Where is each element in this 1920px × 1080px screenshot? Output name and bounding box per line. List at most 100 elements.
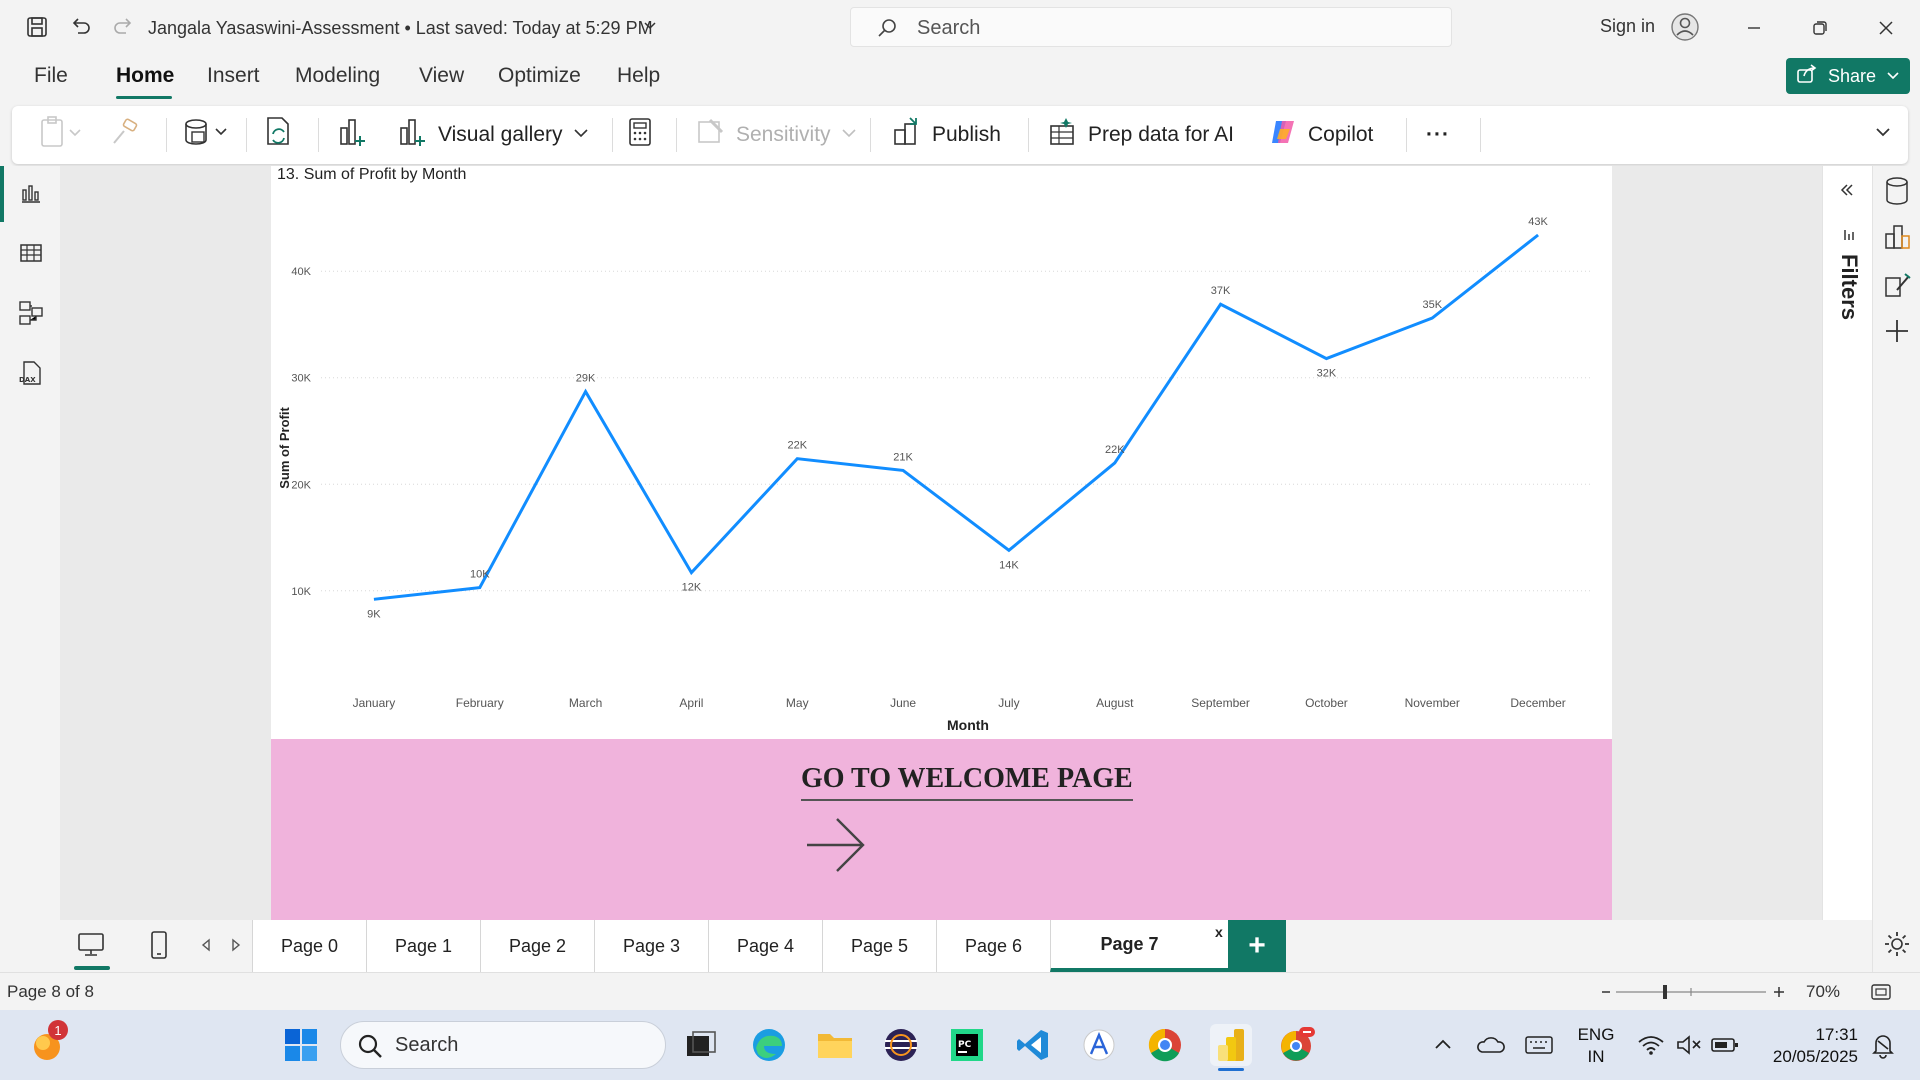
scroll-left-icon[interactable] (200, 938, 212, 957)
format-painter-button[interactable] (110, 116, 140, 154)
chrome-icon[interactable] (1144, 1024, 1186, 1066)
data-point[interactable] (368, 593, 380, 605)
arrow-right-icon[interactable] (801, 813, 871, 875)
page-tab[interactable]: Page 5 (822, 920, 936, 972)
sign-in-link[interactable]: Sign in (1600, 16, 1655, 37)
publish-button[interactable]: Publish (892, 116, 1001, 154)
settings-gear-icon[interactable] (1883, 930, 1911, 963)
menu-home[interactable]: Home (116, 64, 174, 88)
copilot-button[interactable]: Copilot (1268, 116, 1373, 154)
data-point[interactable] (1532, 229, 1544, 241)
page-tab[interactable]: Page 2 (480, 920, 594, 972)
onedrive-icon[interactable] (1470, 1024, 1512, 1066)
widgets-icon[interactable]: 1 (26, 1020, 68, 1066)
page-tab[interactable]: Page 3 (594, 920, 708, 972)
menu-optimize[interactable]: Optimize (498, 64, 581, 88)
refresh-button[interactable] (264, 116, 294, 154)
format-pane-icon[interactable] (1883, 270, 1911, 305)
minimize-button[interactable] (1736, 10, 1772, 46)
page-tab[interactable]: Page 1 (366, 920, 480, 972)
collapse-ribbon-button[interactable] (1874, 116, 1892, 154)
add-pane-icon[interactable] (1883, 316, 1911, 351)
data-point[interactable] (685, 567, 697, 579)
vscode-icon[interactable] (1012, 1024, 1054, 1066)
data-pane-icon[interactable] (1883, 176, 1911, 211)
prep-data-button[interactable]: Prep data for AI (1048, 116, 1234, 154)
app-store-icon[interactable] (1078, 1024, 1120, 1066)
get-data-button[interactable] (182, 116, 232, 154)
close-button[interactable] (1868, 10, 1904, 46)
new-visual-button[interactable] (338, 116, 368, 154)
new-measure-button[interactable] (626, 116, 654, 154)
data-point[interactable] (474, 582, 486, 594)
share-button[interactable]: Share (1786, 58, 1910, 94)
mobile-layout-icon[interactable] (148, 930, 170, 965)
page-tab[interactable]: Page 6 (936, 920, 1050, 972)
scroll-right-icon[interactable] (230, 938, 242, 957)
data-point[interactable] (897, 464, 909, 476)
fit-to-page-icon[interactable] (1870, 983, 1892, 1006)
taskbar-search-input[interactable]: Search (340, 1021, 666, 1069)
eclipse-icon[interactable] (880, 1024, 922, 1066)
save-icon[interactable] (22, 12, 52, 42)
clock[interactable]: 17:31 20/05/2025 (1748, 1024, 1858, 1068)
data-point[interactable] (1215, 298, 1227, 310)
restore-button[interactable] (1802, 10, 1838, 46)
report-page: 13. Sum of Profit by Month 10K 20K 30K 40K J… (271, 166, 1612, 920)
wifi-icon[interactable] (1630, 1024, 1672, 1066)
data-point[interactable] (1426, 312, 1438, 324)
menu-help[interactable]: Help (617, 64, 660, 88)
document-title[interactable]: Jangala Yasaswini-Assessment • Last save… (148, 18, 653, 39)
start-icon[interactable] (280, 1024, 322, 1066)
data-label: 35K (1422, 299, 1442, 311)
redo-icon[interactable] (108, 12, 138, 42)
close-tab-button[interactable]: x (1215, 924, 1223, 940)
welcome-navigation-panel: GO TO WELCOME PAGE (271, 739, 1612, 920)
data-point[interactable] (580, 386, 592, 398)
menu-view[interactable]: View (419, 64, 464, 88)
task-view-icon[interactable] (680, 1024, 722, 1066)
file-explorer-icon[interactable] (814, 1024, 856, 1066)
edge-browser-icon[interactable] (748, 1024, 790, 1066)
power-bi-icon[interactable] (1210, 1024, 1252, 1071)
line-chart[interactable]: 10K 20K 30K 40K January February March April May… (271, 166, 1612, 739)
page-tab[interactable]: Page 0 (252, 920, 366, 972)
collapse-filters-icon[interactable] (1839, 182, 1855, 203)
chevron-down-icon[interactable] (642, 18, 658, 39)
search-input[interactable]: Search (850, 7, 1452, 47)
page-tab-active[interactable]: Page 7 x (1050, 920, 1228, 972)
table-view-icon[interactable] (14, 236, 48, 270)
undo-icon[interactable] (66, 12, 96, 42)
filters-label[interactable]: Filters (1836, 254, 1862, 320)
language-indicator[interactable]: ENG IN (1572, 1024, 1620, 1068)
more-options-button[interactable]: ··· (1426, 116, 1450, 154)
report-view-icon[interactable] (14, 176, 48, 210)
data-point[interactable] (1003, 544, 1015, 556)
menu-insert[interactable]: Insert (207, 64, 260, 88)
pycharm-icon[interactable]: PC (946, 1024, 988, 1066)
welcome-page-link[interactable]: GO TO WELCOME PAGE (801, 763, 1133, 801)
keyboard-icon[interactable] (1518, 1024, 1560, 1066)
menu-modeling[interactable]: Modeling (295, 64, 380, 88)
dax-query-view-icon[interactable]: DAX (14, 356, 48, 390)
data-point[interactable] (1109, 457, 1121, 469)
visual-gallery-button[interactable]: Visual gallery (398, 116, 589, 154)
paste-button[interactable] (40, 116, 84, 154)
model-view-icon[interactable] (14, 296, 48, 330)
battery-icon[interactable] (1704, 1024, 1746, 1066)
chevron-up-icon[interactable] (1422, 1024, 1464, 1066)
data-point[interactable] (791, 453, 803, 465)
menu-file[interactable]: File (34, 64, 68, 88)
chrome-profile-icon[interactable] (1276, 1024, 1318, 1066)
page-tab[interactable]: Page 4 (708, 920, 822, 972)
visualizations-pane-icon[interactable] (1883, 222, 1911, 257)
avatar-icon[interactable] (1670, 12, 1700, 42)
sensitivity-button[interactable]: Sensitivity (696, 116, 857, 154)
notifications-bell-icon[interactable] (1862, 1024, 1904, 1066)
add-page-button[interactable]: + (1228, 920, 1286, 972)
data-point[interactable] (1320, 353, 1332, 365)
desktop-layout-icon[interactable] (74, 930, 110, 970)
zoom-slider[interactable] (1600, 983, 1786, 1001)
zoom-level[interactable]: 70% (1806, 982, 1840, 1002)
series-line[interactable] (373, 233, 1540, 601)
